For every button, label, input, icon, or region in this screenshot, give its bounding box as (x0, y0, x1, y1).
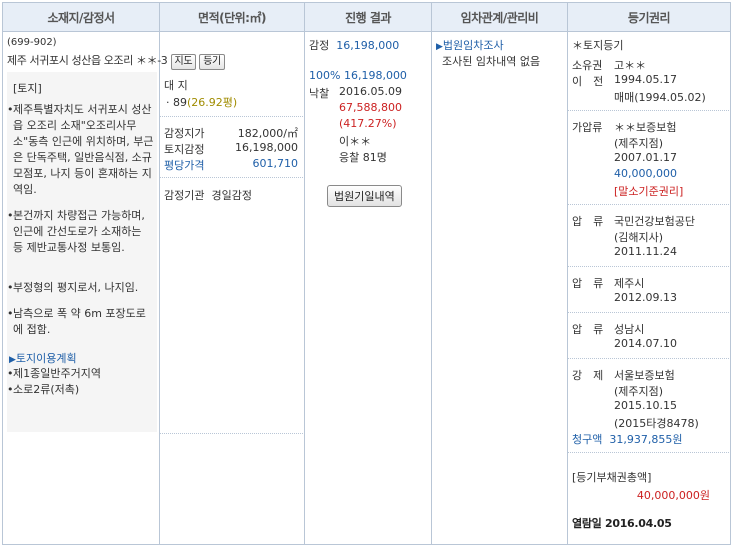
land-bullet-1: 제주특별자치도 서귀포시 성산읍 오조리 소재"오조리사무소"동측 인근에 위치… (7, 102, 155, 198)
right-label: 강 제 (572, 369, 604, 382)
auction-detail: 소재지/감정서 면적(단위:㎡) 진행 결과 임차관계/관리비 등기권리 (69… (0, 0, 732, 547)
right-line: (김해지사) (614, 231, 664, 244)
divider (568, 312, 731, 313)
land-plan-link[interactable]: ▶토지이용계획 (9, 350, 77, 366)
right-line: 제주시 (614, 277, 645, 290)
right-line: 서울보증보험 (614, 369, 675, 382)
land-label: 대 지 (164, 79, 188, 92)
divider (568, 358, 731, 359)
right-line: (2015타경8478) (614, 417, 699, 430)
divider (568, 204, 731, 205)
avg-price-label: 평당가격 (164, 159, 205, 172)
right-line: 국민건강보험공단 (614, 215, 695, 228)
sold-date: 2016.05.09 (339, 85, 402, 98)
appraisal-value: 16,198,000 (336, 39, 400, 52)
plan-item-1: 제1종일반주거지역 (7, 366, 155, 382)
appraisal-label: 감정 (309, 39, 330, 52)
divider (568, 110, 731, 111)
right-line: 2015.10.15 (614, 399, 677, 412)
sold-label: 낙찰 (309, 87, 330, 100)
land-bullet-4: 남측으로 폭 약 6m 포장도로에 접함. (7, 306, 155, 338)
auction-table: 소재지/감정서 면적(단위:㎡) 진행 결과 임차관계/관리비 등기권리 (69… (2, 2, 731, 545)
land-appraisal-value: 16,198,000 (235, 141, 298, 154)
min-price: 100% 16,198,000 (309, 69, 407, 82)
right-line: ＊＊보증보험 (614, 121, 677, 134)
lease-title: 법원임차조사 (442, 39, 504, 52)
header-lease: 임차관계/관리비 (431, 2, 568, 32)
appraisal: 감정 16,198,000 (309, 37, 399, 53)
header-progress: 진행 결과 (304, 2, 432, 32)
agency: 감정기관 경일감정 (164, 187, 252, 203)
right-line: 2012.09.13 (614, 291, 677, 304)
right-line: (제주지점) (614, 385, 664, 398)
right-line: 2014.07.10 (614, 337, 677, 350)
appraisal-price-label: 감정지가 (164, 127, 205, 140)
divider (160, 116, 305, 117)
right-line: 2011.11.24 (614, 245, 677, 258)
land-description: [토지] 제주특별자치도 서귀포시 성산읍 오조리 소재"오조리사무소"동측 인… (7, 72, 157, 432)
transfer-label: 이 전 (572, 75, 604, 88)
sold-price: 67,588,800 (339, 101, 402, 114)
right-label: 압 류 (572, 215, 604, 228)
area-cell: 대 지 · 89(26.92평) 감정지가 182,000/㎡ 토지감정 16,… (159, 31, 305, 545)
viewed-date: 열람일 2016.04.05 (572, 517, 672, 530)
triangle-right-icon: ▶ (436, 42, 443, 52)
total-label: [등기부채권총액] (572, 471, 652, 484)
lease-text: 조사된 임차내역 없음 (442, 55, 541, 68)
rights-cell: ＊토지등기 소유권 고＊＊ 이 전 1994.05.17 매매(1994.05.… (567, 31, 731, 545)
owner-label: 소유권 (572, 59, 603, 72)
total-value: 40,000,000원 (636, 489, 710, 502)
land-area-value: · 89 (166, 96, 187, 109)
divider (568, 452, 731, 453)
right-label: 가압류 (572, 121, 603, 134)
right-note: [말소기준권리] (614, 185, 684, 198)
claim-value: 31,937,855원 (609, 433, 683, 446)
right-line: 2007.01.17 (614, 151, 677, 164)
land-appraisal-label: 토지감정 (164, 143, 205, 156)
min-price-value: 16,198,000 (343, 69, 407, 82)
land-plan-title: 토지이용계획 (15, 352, 77, 365)
owner-name: 고＊＊ (614, 59, 647, 72)
triangle-right-icon: ▶ (9, 355, 16, 365)
transfer-cause: 매매(1994.05.02) (614, 91, 706, 104)
body-row: (699-902) 제주 서귀포시 성산읍 오조리 ＊＊-3 지도 등기 [토지… (2, 31, 731, 545)
buyer: 이＊＊ (339, 135, 372, 148)
agency-value: 경일감정 (211, 189, 252, 202)
plan-item-2: 소로2류(저촉) (7, 382, 155, 398)
right-amount: 40,000,000 (614, 167, 677, 180)
lease-link[interactable]: ▶법원임차조사 (436, 37, 504, 53)
min-price-pct: 100% (309, 69, 341, 82)
header-row: 소재지/감정서 면적(단위:㎡) 진행 결과 임차관계/관리비 등기권리 (2, 2, 731, 32)
lease-cell: ▶법원임차조사 조사된 임차내역 없음 (431, 31, 568, 545)
court-schedule-button[interactable]: 법원기일내역 (327, 185, 402, 207)
land-bullet-3: 부정형의 평지로서, 나지임. (7, 280, 155, 296)
appraisal-price-value: 182,000/㎡ (237, 127, 298, 140)
header-location: 소재지/감정서 (2, 2, 160, 32)
rights-head: ＊토지등기 (572, 39, 624, 52)
avg-price-value: 601,710 (252, 157, 299, 170)
claim: 청구액 31,937,855원 (572, 431, 682, 447)
land-title: [토지] (13, 82, 42, 95)
divider (160, 433, 305, 434)
progress-cell: 감정 16,198,000 100% 16,198,000 낙찰 2016.05… (304, 31, 432, 545)
divider (160, 177, 305, 178)
right-line: 성남시 (614, 323, 645, 336)
land-area-pyeong: (26.92평) (187, 96, 238, 109)
land-bullet-2: 본건까지 차량접근 가능하며, 인근에 간선도로가 소재하는 등 제반교통사정 … (7, 208, 155, 256)
agency-label: 감정기관 (164, 189, 205, 202)
bidders: 응찰 81명 (339, 151, 387, 164)
postal-code: (699-902) (7, 37, 57, 48)
location-cell: (699-902) 제주 서귀포시 성산읍 오조리 ＊＊-3 지도 등기 [토지… (2, 31, 225, 545)
right-label: 압 류 (572, 323, 604, 336)
sold-pct: (417.27%) (339, 117, 397, 130)
right-line: (제주지점) (614, 137, 664, 150)
land-area: · 89(26.92평) (166, 94, 237, 110)
address-text: 제주 서귀포시 성산읍 오조리 ＊＊-3 (7, 54, 168, 67)
divider (568, 266, 731, 267)
right-label: 압 류 (572, 277, 604, 290)
header-rights: 등기권리 (567, 2, 731, 32)
transfer-date: 1994.05.17 (614, 73, 677, 86)
claim-label: 청구액 (572, 433, 603, 446)
header-area: 면적(단위:㎡) (159, 2, 305, 32)
